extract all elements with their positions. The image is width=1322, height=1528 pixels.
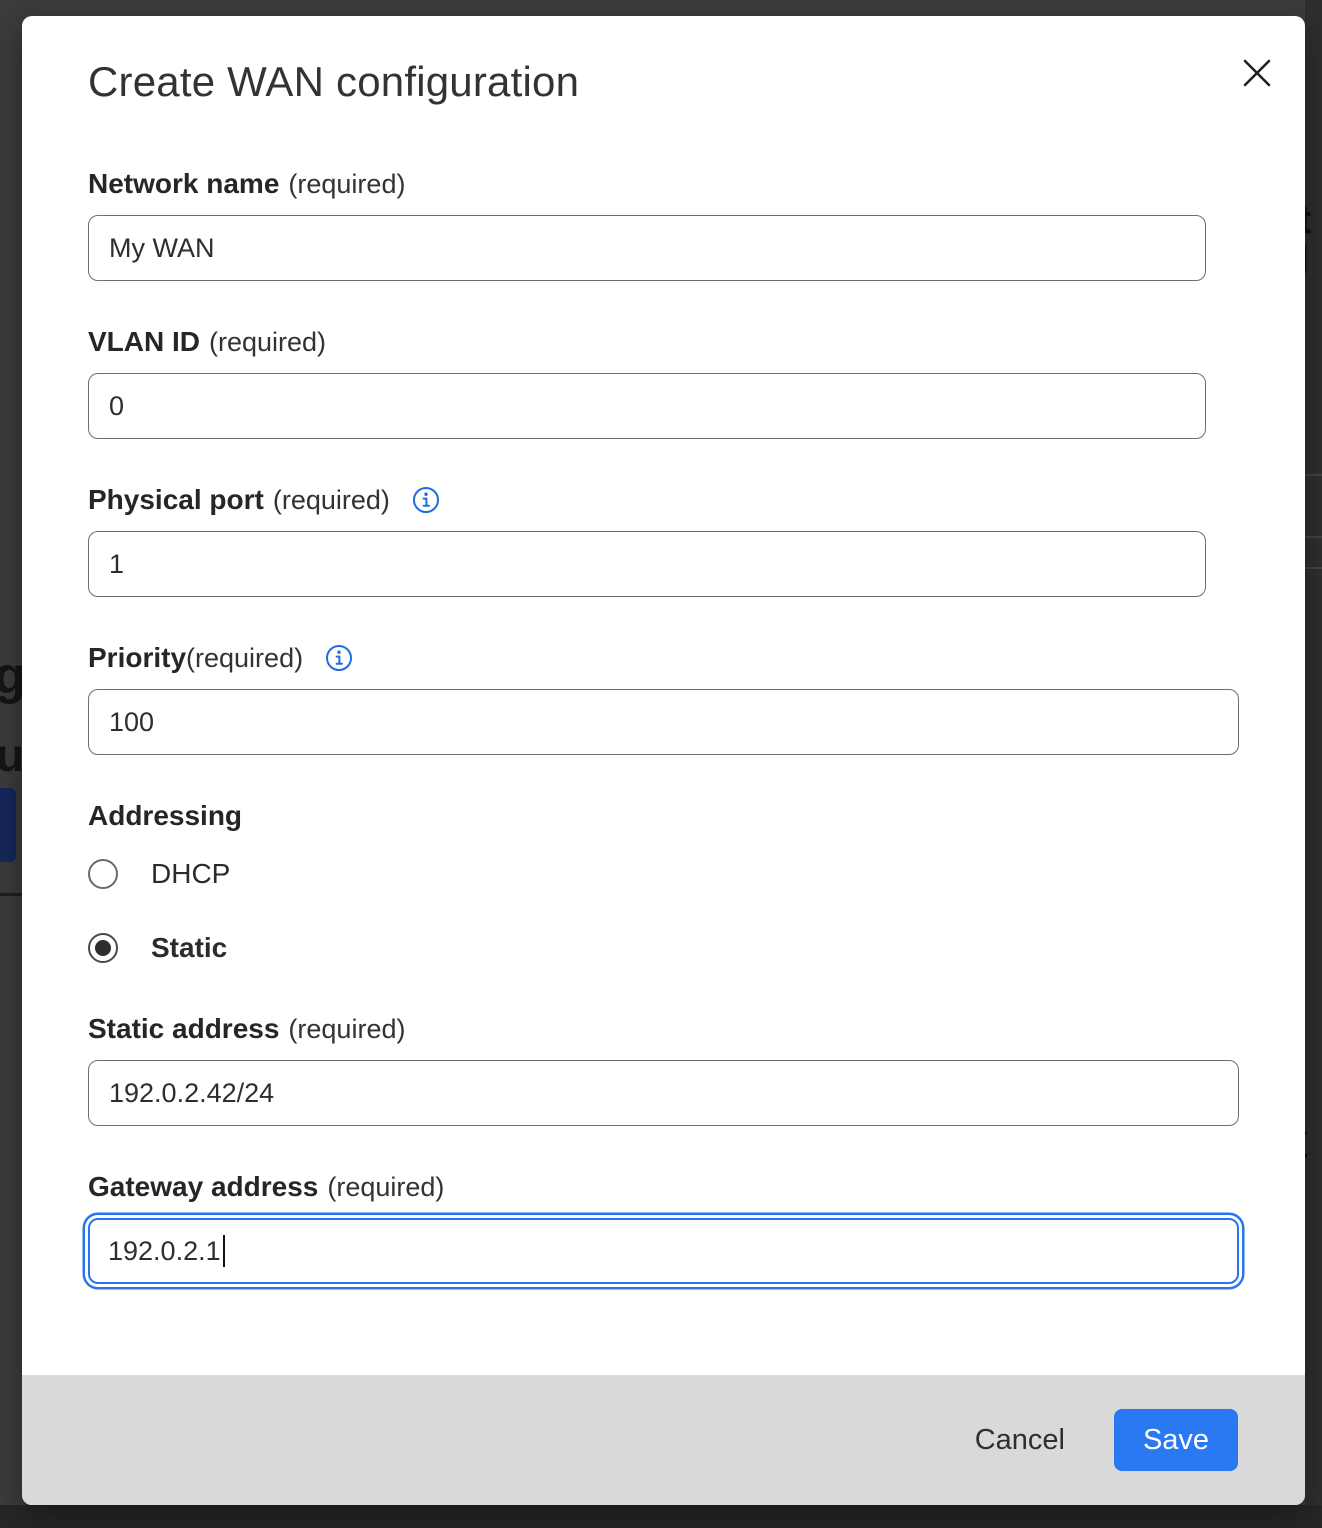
vlan-id-input[interactable] <box>88 373 1206 439</box>
priority-label: Priority (required) <box>88 642 1239 674</box>
background-hint-button <box>0 788 16 862</box>
dialog-footer: Cancel Save <box>22 1375 1305 1505</box>
field-label-text: Static address <box>88 1013 279 1045</box>
addressing-heading: Addressing <box>88 800 1239 832</box>
static-address-field: Static address (required) <box>88 1013 1239 1126</box>
background-hint-divider <box>0 893 22 896</box>
addressing-option-dhcp[interactable]: DHCP <box>88 859 1239 889</box>
text-caret <box>223 1235 226 1267</box>
gateway-address-field: Gateway address (required) 192.0.2.1 <box>88 1171 1239 1284</box>
close-button[interactable] <box>1235 52 1279 96</box>
required-suffix: (required) <box>209 327 326 358</box>
background-hint-divider <box>1305 536 1322 538</box>
network-name-label: Network name (required) <box>88 168 1239 200</box>
physical-port-input[interactable] <box>88 531 1206 597</box>
field-label-text: VLAN ID <box>88 326 200 358</box>
radio-unselected-icon[interactable] <box>88 859 118 889</box>
dialog-title: Create WAN configuration <box>88 58 1239 106</box>
background-hint-divider <box>1305 567 1322 569</box>
radio-selected-icon[interactable] <box>88 933 118 963</box>
addressing-group: Addressing DHCP Static <box>88 800 1239 963</box>
gateway-address-input[interactable]: 192.0.2.1 <box>88 1218 1239 1284</box>
required-suffix: (required) <box>288 169 405 200</box>
radio-label: Static <box>151 932 227 964</box>
physical-port-label: Physical port (required) <box>88 484 1239 516</box>
radio-label: DHCP <box>151 858 230 890</box>
network-name-field: Network name (required) <box>88 168 1239 281</box>
physical-port-field: Physical port (required) <box>88 484 1239 597</box>
create-wan-dialog: Create WAN configuration Network name (r… <box>22 16 1305 1505</box>
info-icon[interactable] <box>325 644 353 672</box>
priority-field: Priority (required) <box>88 642 1239 755</box>
required-suffix: (required) <box>327 1172 444 1203</box>
required-suffix: (required) <box>288 1014 405 1045</box>
field-label-text: Physical port <box>88 484 264 516</box>
info-icon[interactable] <box>412 486 440 514</box>
cancel-button[interactable]: Cancel <box>975 1424 1065 1457</box>
field-label-text: Gateway address <box>88 1171 318 1203</box>
close-icon <box>1238 54 1276 95</box>
field-label-text: Priority <box>88 642 186 674</box>
background-hint-divider <box>1305 474 1322 476</box>
background-hint-text: u <box>0 732 24 778</box>
save-button[interactable]: Save <box>1114 1409 1238 1471</box>
static-address-input[interactable] <box>88 1060 1239 1126</box>
network-name-input[interactable] <box>88 215 1206 281</box>
vlan-id-field: VLAN ID (required) <box>88 326 1239 439</box>
field-label-text: Network name <box>88 168 279 200</box>
required-suffix: (required) <box>186 643 303 674</box>
background-bottom-shade <box>0 1505 1322 1528</box>
vlan-id-label: VLAN ID (required) <box>88 326 1239 358</box>
gateway-address-label: Gateway address (required) <box>88 1171 1239 1203</box>
gateway-address-value: 192.0.2.1 <box>108 1236 221 1267</box>
addressing-option-static[interactable]: Static <box>88 933 1239 963</box>
static-address-label: Static address (required) <box>88 1013 1239 1045</box>
required-suffix: (required) <box>273 485 390 516</box>
dialog-body: Create WAN configuration Network name (r… <box>22 16 1305 1375</box>
priority-input[interactable] <box>88 689 1239 755</box>
